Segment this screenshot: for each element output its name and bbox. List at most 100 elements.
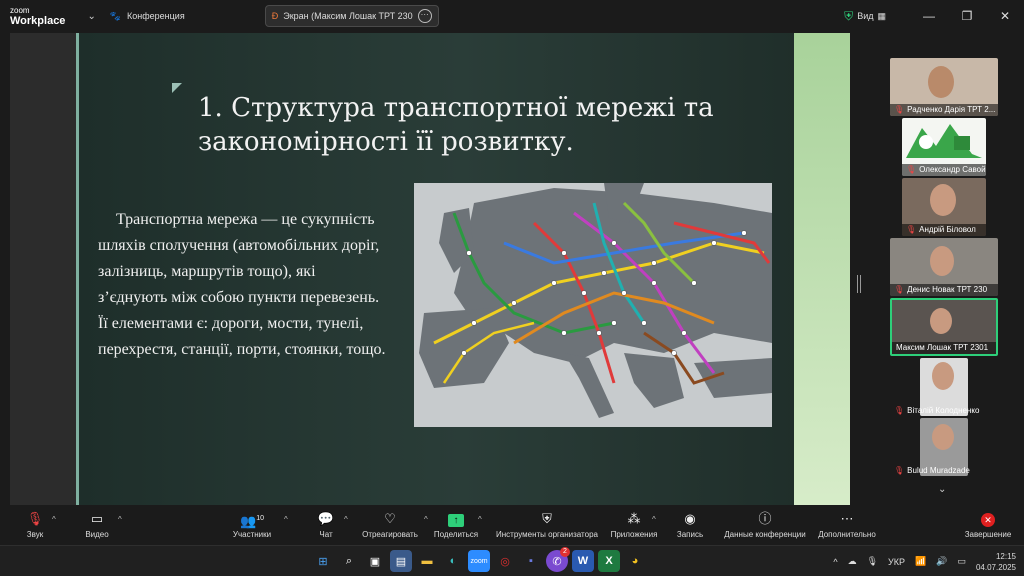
- microphone-icon[interactable]: 🎙: [867, 556, 878, 567]
- participant-tile[interactable]: 🎙 Андрій Біловол: [902, 178, 986, 236]
- title-bar: zoom Workplace ⌄ 🐾 Конференция Ð Экран (…: [0, 0, 1024, 32]
- view-label: Вид: [857, 11, 874, 21]
- close-icon: ✕: [981, 513, 995, 527]
- participants-caret-icon[interactable]: ^: [284, 515, 288, 524]
- record-button[interactable]: ◉ Запись: [672, 511, 708, 539]
- windows-start-icon[interactable]: ⊞: [312, 550, 334, 572]
- volume-icon[interactable]: 🔊: [936, 556, 947, 567]
- mic-muted-icon: 🎙: [906, 165, 917, 174]
- cloud-icon[interactable]: ☁: [848, 556, 857, 567]
- meeting-info-button[interactable]: ⓘ Данные конференции: [720, 511, 810, 539]
- maximize-button[interactable]: ❐: [948, 9, 986, 23]
- end-label: Завершение: [964, 530, 1012, 539]
- mic-muted-icon: 🎙: [894, 466, 905, 475]
- share-caret-icon[interactable]: ^: [478, 515, 482, 524]
- end-meeting-wrap: ✕: [962, 511, 1014, 527]
- more-button[interactable]: ⋯ Дополнительно: [814, 511, 880, 539]
- save-icon[interactable]: ▪: [520, 550, 542, 572]
- react-caret-icon[interactable]: ^: [424, 515, 428, 524]
- apps-caret-icon[interactable]: ^: [652, 515, 656, 524]
- zoom-icon[interactable]: zoom: [468, 550, 490, 572]
- minimize-button[interactable]: —: [910, 9, 948, 23]
- chrome-icon[interactable]: ◕: [624, 550, 646, 572]
- more-options-icon[interactable]: ···: [417, 9, 432, 23]
- notification-badge: 2: [560, 547, 570, 557]
- video-label: Видео: [85, 530, 109, 539]
- word-icon[interactable]: W: [572, 550, 594, 572]
- participant-video: [930, 308, 952, 334]
- host-tools-button[interactable]: ⛨ Инструменты организатора: [492, 511, 602, 539]
- participant-tile[interactable]: 🎙 Денис Новак ТРТ 230: [890, 238, 998, 296]
- language-indicator[interactable]: УКР: [888, 557, 905, 567]
- chat-caret-icon[interactable]: ^: [344, 515, 348, 524]
- task-view-icon[interactable]: ▣: [364, 550, 386, 572]
- participant-tile[interactable]: 🎙 Радченко Дарія ТРТ 2...: [890, 58, 998, 116]
- audio-caret-icon[interactable]: ^: [52, 515, 56, 524]
- windows-taskbar: ⊞ ⌕ ▣ ▤ ▬ ◐ zoom ◎ ▪ ✆ 2 W X ◕ ^ ☁ 🎙 УКР …: [0, 545, 1024, 576]
- chevron-down-icon[interactable]: ⌄: [87, 11, 95, 22]
- participants-icon-wrap: 👥10: [228, 511, 276, 529]
- logo-line2: Workplace: [10, 15, 66, 27]
- video-caret-icon[interactable]: ^: [118, 515, 122, 524]
- zoom-window: zoom Workplace ⌄ 🐾 Конференция Ð Экран (…: [0, 0, 1024, 576]
- participant-tile-active-speaker[interactable]: Максим Лошак ТРТ 2301: [890, 298, 998, 356]
- apps-label: Приложения: [610, 530, 658, 539]
- participant-video: [932, 362, 954, 390]
- participant-name: 🎙 Bulud Muradzade: [894, 466, 998, 475]
- taskbar-apps: ⊞ ⌕ ▣ ▤ ▬ ◐ zoom ◎ ▪ ✆ 2 W X ◕: [312, 547, 646, 572]
- viber-icon[interactable]: ✆ 2: [546, 547, 570, 572]
- participants-count: 10: [256, 515, 264, 522]
- mic-muted-icon: 🎙: [894, 285, 905, 294]
- participant-name-text: Радченко Дарія ТРТ 2...: [907, 105, 996, 114]
- info-icon: ⓘ: [758, 511, 772, 526]
- chevron-up-icon[interactable]: ^: [833, 557, 837, 567]
- conference-menu[interactable]: 🐾 Конференция: [110, 11, 185, 22]
- shield-icon: ⛨: [542, 511, 552, 526]
- shared-screen: 1. Структура транспортної мережі та зако…: [10, 33, 850, 505]
- clock[interactable]: 12:15 04.07.2025: [976, 551, 1016, 573]
- search-icon[interactable]: ⌕: [338, 550, 360, 572]
- host-tools-label: Инструменты организатора: [496, 530, 598, 539]
- participant-name: 🎙Олександр Савойськи...: [902, 164, 986, 176]
- mic-muted-icon: 🎙: [894, 105, 905, 114]
- window-controls: ⛨ Вид ▦ — ❐ ✕: [844, 0, 1024, 32]
- meeting-toolbar: 🎙 Звук ^ ▭ Видео ^ 👥10 Участники ^ 💬 Чат…: [0, 505, 1024, 545]
- screen-share-pill[interactable]: Ð Экран (Максим Лошак ТРТ 230 ···: [264, 5, 439, 27]
- participant-name-text: Денис Новак ТРТ 230: [907, 285, 988, 294]
- paw-icon: 🐾: [109, 10, 122, 21]
- presentation-slide: 1. Структура транспортної мережі та зако…: [76, 33, 850, 505]
- wifi-icon[interactable]: 📶: [915, 556, 926, 567]
- close-button[interactable]: ✕: [986, 9, 1024, 23]
- share-screen-icon: Ð: [271, 11, 279, 21]
- react-button[interactable]: ♡ Отреагировать: [358, 511, 422, 539]
- video-button[interactable]: ▭ Видео: [80, 511, 114, 539]
- participant-name: 🎙 Віталій Колодненко: [894, 406, 998, 415]
- conference-label: Конференция: [127, 11, 185, 21]
- participant-name-text: Bulud Muradzade: [907, 466, 970, 475]
- heart-icon: ♡: [384, 511, 396, 526]
- participant-tile[interactable]: 🎙Олександр Савойськи...: [902, 118, 986, 176]
- edge-icon[interactable]: ◐: [442, 550, 464, 572]
- excel-icon[interactable]: X: [598, 550, 620, 572]
- store-icon[interactable]: ▤: [390, 550, 412, 572]
- shield-check-icon: ⛨: [844, 8, 854, 23]
- battery-icon[interactable]: ▭: [957, 556, 966, 567]
- record-icon: ◉: [684, 511, 696, 526]
- chevron-down-icon[interactable]: ⌄: [938, 484, 946, 495]
- participant-name: 🎙 Денис Новак ТРТ 230: [890, 284, 998, 296]
- resize-handle[interactable]: [857, 275, 861, 293]
- participant-name-text: Максим Лошак ТРТ 2301: [896, 343, 989, 352]
- chat-button[interactable]: 💬 Чат: [312, 511, 340, 539]
- file-explorer-icon[interactable]: ▬: [416, 550, 438, 572]
- end-meeting-button[interactable]: ✕ Завершение: [962, 511, 1014, 539]
- audio-button[interactable]: 🎙 Звук: [20, 511, 50, 539]
- view-menu[interactable]: ⛨ Вид ▦: [844, 9, 886, 24]
- participant-name: 🎙 Радченко Дарія ТРТ 2...: [890, 104, 998, 116]
- people-icon: 👥: [240, 513, 257, 529]
- participant-video: [928, 66, 954, 98]
- participants-button[interactable]: 👥10 Участники: [228, 511, 276, 539]
- share-button[interactable]: ↑ Поделиться: [432, 511, 480, 539]
- participant-name-text: Олександр Савойськи...: [919, 165, 986, 174]
- grid-icon: ▦: [877, 10, 886, 21]
- opera-icon[interactable]: ◎: [494, 550, 516, 572]
